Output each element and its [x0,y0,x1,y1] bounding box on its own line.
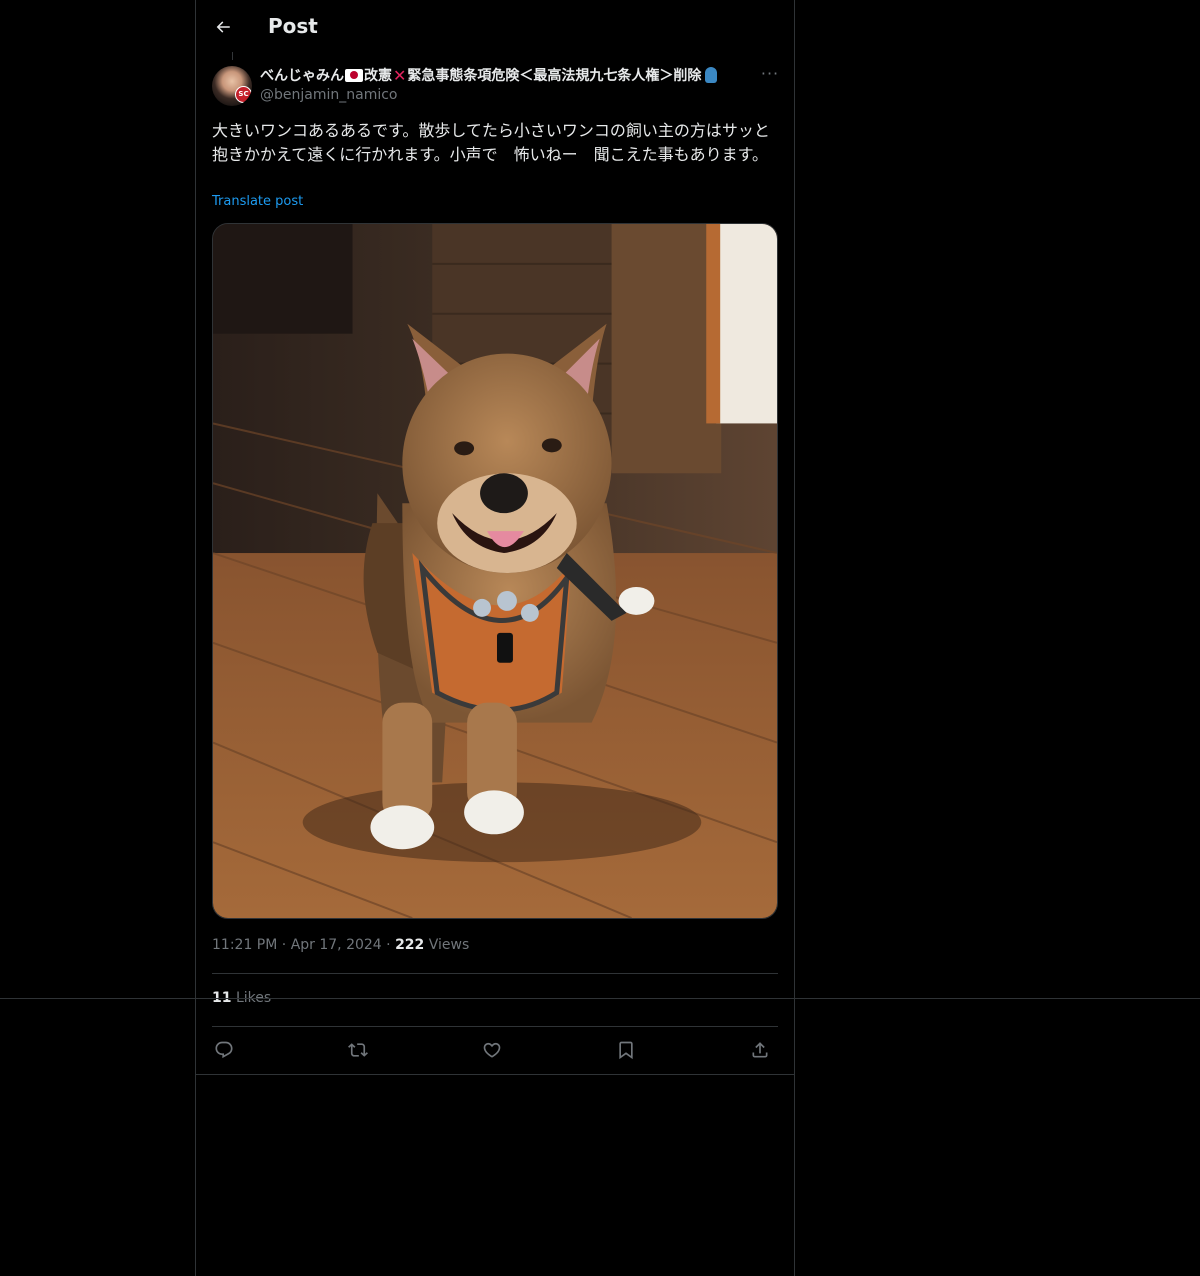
display-name-row[interactable]: べんじゃみん 改憲 ✕ 緊急事態条項危険＜最高法規九七条人権＞削除 [260,65,718,85]
main-column: Post SC べんじゃみん 改憲 ✕ 緊急事態条項危険＜最高法規九七条人権＞削… [195,0,795,1276]
speaking-head-icon [705,67,718,83]
more-icon: ··· [760,64,780,83]
arrow-left-icon [216,21,230,33]
display-name-part-1: べんじゃみん [260,68,344,84]
display-name-part-2: 改憲 [364,68,392,84]
display-name-part-3: 緊急事態条項危険＜最高法規九七条人権＞削除 [407,68,702,84]
action-bar [212,1038,778,1062]
thread-line [232,52,233,60]
user-handle[interactable]: @benjamin_namico [260,87,397,103]
meta-separator-2: · [386,937,391,953]
like-icon [483,1042,501,1058]
translate-post-link[interactable]: Translate post [212,194,303,209]
post-bottom-divider [196,1074,794,1075]
page-title: Post [268,14,318,38]
meta-separator: · [281,937,287,953]
page-overlay-line [0,998,1200,999]
back-button[interactable] [210,14,236,40]
post-image[interactable] [212,223,778,919]
bookmark-button[interactable] [614,1038,638,1062]
avatar[interactable]: SC [212,66,252,106]
cross-mark-icon: ✕ [393,65,407,85]
post-author: SC べんじゃみん 改憲 ✕ 緊急事態条項危険＜最高法規九七条人権＞削除 @be… [212,64,780,108]
reply-icon [215,1041,233,1059]
reply-button[interactable] [212,1038,236,1062]
views-count: 222 [395,937,425,953]
japan-flag-icon [345,68,363,82]
top-bar: Post [196,0,794,53]
post-meta: 11:21 PM · Apr 17, 2024 · 222 Views [212,937,469,953]
more-button[interactable]: ··· [760,66,780,86]
bookmark-icon [619,1041,633,1060]
like-button[interactable] [480,1038,504,1062]
repost-button[interactable] [346,1038,370,1062]
dog-photo [213,224,777,918]
divider [212,973,778,974]
divider [212,1026,778,1027]
avatar-badge: SC [235,86,252,103]
views-label: Views [428,937,470,953]
post-date[interactable]: Apr 17, 2024 [291,937,382,953]
post-time[interactable]: 11:21 PM [212,937,277,953]
repost-icon [348,1043,368,1057]
share-icon [752,1042,768,1058]
share-button[interactable] [748,1038,772,1062]
post-text: 大きいワンコあるあるです。散歩してたら小さいワンコの飼い主の方はサッと抱きかかえ… [212,121,770,164]
